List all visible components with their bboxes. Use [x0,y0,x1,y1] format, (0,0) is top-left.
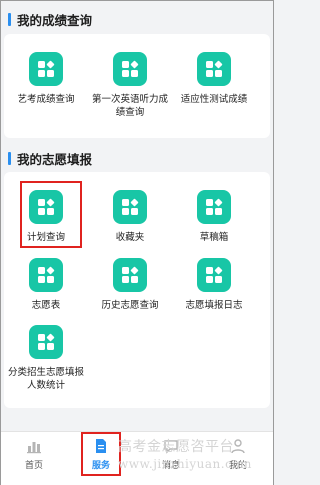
bar-chart-icon [26,438,42,454]
section-title-volunteer: 我的志愿填报 [17,152,93,167]
item-label: 志愿表 [31,300,61,311]
watermark-url: www.jinzhiyuan.com [118,457,252,471]
nav-item-home[interactable]: 首页 [7,438,61,471]
watermark-title: 高考金志愿咨平台 [118,439,234,455]
volunteer-item-drafts[interactable]: 草稿箱 [174,190,254,244]
score-item-english[interactable]: 第一次英语听力成绩查询 [90,52,170,119]
section-header-volunteer: 我的志愿填报 [8,149,92,168]
score-item-aptitude[interactable]: 适应性测试成绩 [174,52,254,106]
grid-app-icon [197,52,231,86]
nav-label: 首页 [24,461,43,471]
item-label: 适应性测试成绩 [180,94,248,105]
grid-app-icon [113,52,147,86]
item-label: 草稿箱 [199,232,229,243]
highlight-box [20,181,82,248]
score-item-art[interactable]: 艺考成绩查询 [6,52,86,106]
volunteer-item-history[interactable]: 历史志愿查询 [90,258,170,312]
grid-app-icon [29,52,63,86]
grid-app-icon [113,190,147,224]
item-label: 艺考成绩查询 [17,94,75,105]
item-label: 历史志愿查询 [101,300,159,311]
volunteer-item-table[interactable]: 志愿表 [6,258,86,312]
watermark: 高考金志愿咨平台 www.jinzhiyuan.com [118,439,252,473]
volunteer-item-log[interactable]: 志愿填报日志 [174,258,254,312]
item-label: 分类招生志愿填报人数统计 [8,367,85,391]
grid-app-icon [29,325,63,359]
scores-card: 艺考成绩查询 第一次英语听力成绩查询 适应性测试成绩 [4,34,270,138]
grid-app-icon [197,190,231,224]
highlight-box [81,432,121,476]
section-accent-bar [8,13,11,26]
section-header-scores: 我的成绩查询 [8,10,92,29]
item-label: 收藏夹 [115,232,145,243]
section-accent-bar [8,152,11,165]
grid-app-icon [197,258,231,292]
item-label: 志愿填报日志 [185,300,243,311]
item-label: 第一次英语听力成绩查询 [92,94,169,118]
grid-app-icon [29,258,63,292]
volunteer-item-stats[interactable]: 分类招生志愿填报人数统计 [6,325,86,392]
volunteer-item-favorites[interactable]: 收藏夹 [90,190,170,244]
grid-app-icon [113,258,147,292]
section-title-scores: 我的成绩查询 [17,13,93,28]
